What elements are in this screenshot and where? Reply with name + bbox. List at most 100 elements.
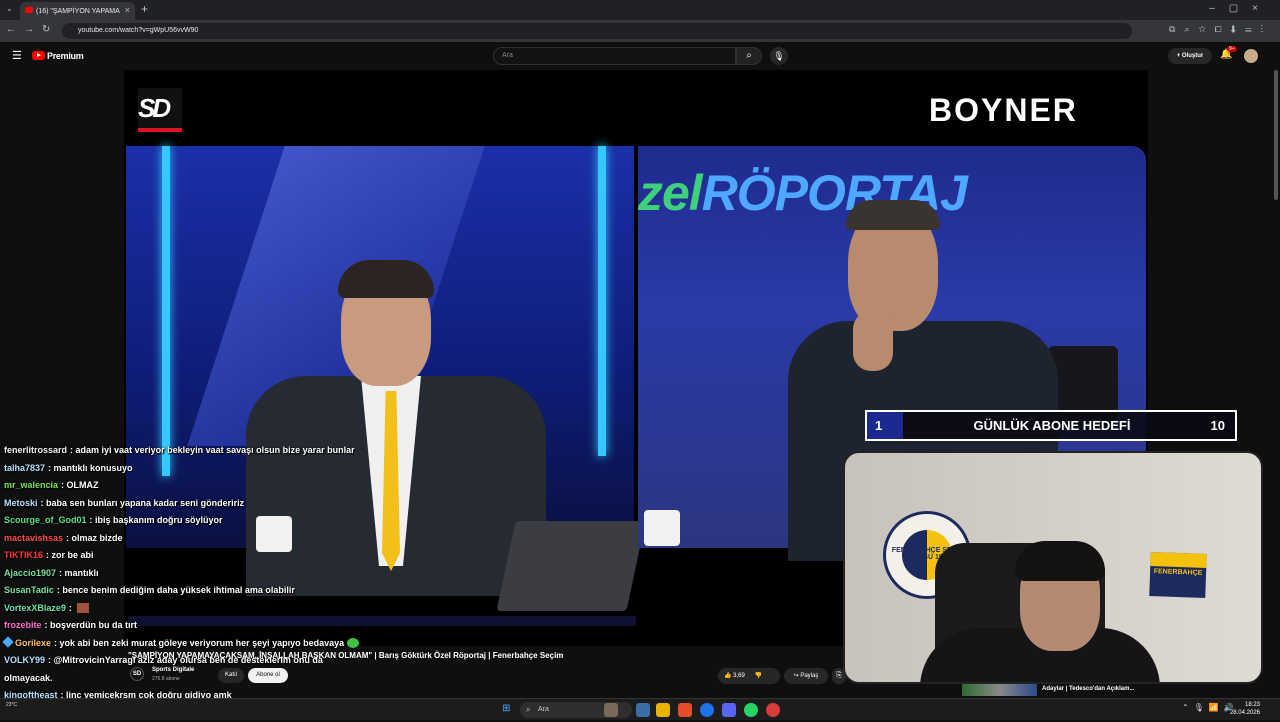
streamer-hair <box>1015 541 1105 581</box>
chat-message: Ajaccio1907: mantıklı <box>0 565 700 583</box>
channel-name[interactable]: Sports Digitale <box>152 667 194 673</box>
share-label: Paylaş <box>800 673 818 679</box>
light-stripe <box>162 146 170 476</box>
chat-emote-icon <box>77 603 89 613</box>
windows-start-icon[interactable]: ⊞ <box>502 703 510 714</box>
toolbar-extension-icons[interactable]: ⧉⌕☆⧠⬇☰⋮ <box>1169 24 1272 35</box>
subscriber-goal-bar: 1 GÜNLÜK ABONE HEDEFİ 10 <box>865 410 1237 441</box>
address-toolbar: ←→↻ youtube.com/watch?v=gWpU56vvW90 ⧉⌕☆⧠… <box>0 20 1280 42</box>
chat-message: VortexXBlaze9: <box>0 600 700 618</box>
search-input[interactable]: Ara <box>493 47 736 65</box>
close-tab-icon[interactable]: × <box>125 5 130 15</box>
chat-message: TIKTIK16: zor be abi <box>0 547 700 565</box>
save-icon[interactable]: ⎘ <box>832 668 846 684</box>
address-bar[interactable]: youtube.com/watch?v=gWpU56vvW90 <box>62 23 1132 39</box>
chat-message: mr_walencia: OLMAZ <box>0 477 700 495</box>
goal-title: GÜNLÜK ABONE HEDEFİ <box>867 412 1237 439</box>
search-placeholder: Ara <box>502 52 513 59</box>
chat-username[interactable]: VortexXBlaze9 <box>4 603 66 613</box>
chat-text: olmayacak. <box>4 673 53 683</box>
discord-icon[interactable] <box>722 703 736 717</box>
chat-username[interactable]: SusanTadic <box>4 585 54 595</box>
youtube-header: ☰ Premium Ara ⌕ 🎙 + Oluştur 🔔 9+ <box>0 42 1280 70</box>
join-button[interactable]: Katıl <box>218 668 244 683</box>
youtube-brand[interactable]: Premium <box>47 51 83 61</box>
chat-username[interactable]: frozebite <box>4 620 42 630</box>
goal-target: 10 <box>1211 412 1225 439</box>
file-explorer-icon[interactable] <box>656 703 670 717</box>
chat-text: boşverdün bu da tırt <box>50 620 137 630</box>
notification-count-badge: 9+ <box>1227 46 1237 52</box>
browser-tab[interactable]: (16) "ŞAMPİYON YAPAMA × <box>20 2 135 20</box>
page-scrollbar[interactable] <box>1274 70 1278 200</box>
chat-username[interactable]: Scourge_of_God01 <box>4 515 87 525</box>
taskbar-clock[interactable]: 18:23 28.04.2026 <box>1226 701 1260 717</box>
chrome-icon[interactable] <box>700 703 714 717</box>
youtube-logo-icon[interactable] <box>32 51 45 60</box>
chat-message: Gorilexe: yok abi ben zeki murat göleye … <box>0 635 700 653</box>
chat-text: OLMAZ <box>67 480 99 490</box>
chat-username[interactable]: mr_walencia <box>4 480 58 490</box>
avatar[interactable] <box>1244 49 1258 63</box>
window-controls[interactable]: –▢× <box>1209 3 1272 14</box>
chat-username[interactable]: Metoski <box>4 498 38 508</box>
chat-username[interactable]: fenerlitrossard <box>4 445 67 455</box>
nav-buttons[interactable]: ←→↻ <box>6 24 58 35</box>
youtube-favicon-icon <box>25 7 33 13</box>
widget-icon[interactable] <box>604 703 618 717</box>
chat-text: ibiş başkanım doğru söylüyor <box>95 515 223 525</box>
brave-icon[interactable] <box>678 703 692 717</box>
dislike-icon[interactable]: 👎 <box>755 673 762 679</box>
fenerbahce-sign: FENERBAHÇE <box>1149 552 1207 598</box>
related-video-item[interactable]: Adaylar | Tedesco'dan Açıklam... <box>962 684 1262 696</box>
chat-username[interactable]: VOLKY99 <box>4 655 45 665</box>
tab-search-icon[interactable]: ⌄ <box>6 4 13 13</box>
chat-message: Scourge_of_God01: ibiş başkanım doğru sö… <box>0 512 700 530</box>
chat-text: yok abi ben zeki murat göleye veriyorum … <box>60 638 345 648</box>
related-title: Adaylar | Tedesco'dan Açıklam... <box>1042 686 1134 692</box>
subscriber-count: 276.8 abone <box>152 676 180 682</box>
chat-username[interactable]: Ajaccio1907 <box>4 568 56 578</box>
mic-button[interactable]: 🎙 <box>770 47 788 65</box>
like-icon[interactable]: 👍 <box>724 673 731 679</box>
weather-widget[interactable]: 23°C <box>6 702 17 708</box>
like-count: 3,69 <box>733 673 745 679</box>
channel-avatar[interactable]: SD <box>130 667 144 681</box>
chat-text: baba sen bunları yapana kadar seni gönde… <box>46 498 244 508</box>
chat-username[interactable]: mactavishsas <box>4 533 63 543</box>
chat-message: mactavishsas: olmaz bizde <box>0 530 700 548</box>
chat-badge-icon <box>2 636 13 647</box>
chat-text: zor be abi <box>52 550 94 560</box>
chat-message: talha7837: mantıklı konusuyo <box>0 460 700 478</box>
like-dislike-buttons[interactable]: 👍 3,69 👎 <box>718 668 780 684</box>
subscribe-button[interactable]: Abone ol <box>248 668 288 683</box>
search-icon: ⌕ <box>746 50 752 61</box>
taskbar-search-label: Ara <box>538 706 549 713</box>
chat-message: Metoski: baba sen bunları yapana kadar s… <box>0 495 700 513</box>
create-button[interactable]: + Oluştur <box>1168 48 1212 64</box>
related-thumbnail <box>962 684 1037 696</box>
create-label: Oluştur <box>1182 53 1203 59</box>
menu-icon[interactable]: ☰ <box>12 49 22 62</box>
live-chat-overlay: fenerlitrossard: adam iyi vaat veriyor b… <box>0 442 700 722</box>
chat-message: frozebite: boşverdün bu da tırt <box>0 617 700 635</box>
chat-emote-icon <box>347 638 359 648</box>
chat-username[interactable]: Gorilexe <box>15 638 51 648</box>
clock-time: 18:23 <box>1226 701 1260 709</box>
tab-title: (16) "ŞAMPİYON YAPAMA <box>36 8 120 15</box>
url-text: youtube.com/watch?v=gWpU56vvW90 <box>78 27 198 34</box>
chat-username[interactable]: talha7837 <box>4 463 45 473</box>
light-stripe <box>598 146 606 456</box>
new-tab-icon[interactable]: + <box>141 2 148 16</box>
chat-message: SusanTadic: bence benim dediğim daha yük… <box>0 582 700 600</box>
studio-sign-green: zel <box>638 165 702 221</box>
video-title: "ŞAMPİYON YAPAMAYACAKSAM, İNŞALLAH BAŞKA… <box>128 651 563 660</box>
share-button[interactable]: ↪ Paylaş <box>784 668 828 684</box>
task-view-icon[interactable] <box>636 703 650 717</box>
chat-username[interactable]: TIKTIK16 <box>4 550 43 560</box>
chat-text: olmaz bizde <box>72 533 123 543</box>
search-button[interactable]: ⌕ <box>736 47 762 65</box>
whatsapp-icon[interactable] <box>744 703 758 717</box>
sd-channel-logo: SD <box>138 88 182 132</box>
app-icon[interactable] <box>766 703 780 717</box>
